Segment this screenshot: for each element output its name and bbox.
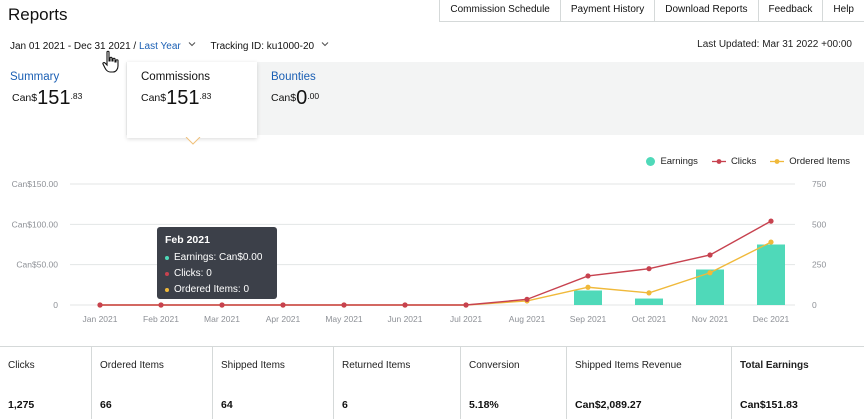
ordered-items-point bbox=[646, 290, 652, 296]
tooltip-row-earnings: Earnings: Can$0.00 bbox=[165, 250, 269, 266]
tab-commissions-value: Can$ 151.83 bbox=[141, 87, 212, 109]
clicks-point bbox=[524, 296, 530, 302]
legend-clicks[interactable]: Clicks bbox=[711, 156, 756, 167]
y-right-tick-label: 750 bbox=[812, 179, 826, 189]
tab-bounties-value: Can$ 0.00 bbox=[271, 87, 320, 109]
nav-payment-history[interactable]: Payment History bbox=[559, 0, 655, 22]
clicks-point bbox=[646, 266, 652, 272]
tab-commissions[interactable]: Commissions Can$ 151.83 bbox=[127, 62, 257, 138]
nav-download-reports[interactable]: Download Reports bbox=[654, 0, 758, 22]
filter-row: Jan 01 2021 - Dec 31 2021 / Last Year Tr… bbox=[10, 39, 330, 52]
ordered-items-legend-icon bbox=[770, 159, 785, 164]
y-right-tick-label: 0 bbox=[812, 300, 817, 310]
metric-shipped-items-revenue: Shipped Items Revenue Can$2,089.27 bbox=[567, 347, 732, 419]
tooltip-row-clicks: Clicks: 0 bbox=[165, 266, 269, 282]
tooltip-row-ordered-items: Ordered Items: 0 bbox=[165, 282, 269, 298]
metric-shipped-items: Shipped Items 64 bbox=[213, 347, 334, 419]
ordered-items-point bbox=[585, 284, 591, 290]
x-tick-label: Feb 2021 bbox=[143, 314, 179, 324]
tooltip-title: Feb 2021 bbox=[165, 234, 210, 246]
chart-legend: Earnings Clicks Ordered Items bbox=[632, 156, 850, 167]
clicks-point bbox=[463, 302, 469, 308]
clicks-point bbox=[768, 218, 774, 224]
x-tick-label: Jun 2021 bbox=[388, 314, 423, 324]
clicks-legend-icon bbox=[711, 159, 726, 164]
x-tick-label: May 2021 bbox=[325, 314, 363, 324]
date-separator: / bbox=[130, 41, 139, 52]
last-updated: Last Updated: Mar 31 2022 +00:00 bbox=[697, 39, 852, 50]
x-tick-label: Mar 2021 bbox=[204, 314, 240, 324]
earnings-bar bbox=[635, 298, 663, 305]
chevron-down-icon bbox=[321, 42, 329, 47]
tab-bounties[interactable]: Bounties Can$ 0.00 bbox=[259, 62, 409, 135]
chart-tooltip: Feb 2021 Earnings: Can$0.00 Clicks: 0 Or… bbox=[157, 227, 277, 299]
clicks-point bbox=[341, 302, 347, 308]
clicks-point bbox=[402, 302, 408, 308]
tab-bounties-label: Bounties bbox=[271, 71, 316, 83]
metrics-summary-bar: Clicks 1,275 Ordered Items 66 Shipped It… bbox=[0, 346, 864, 419]
y-left-tick-label: Can$100.00 bbox=[12, 219, 59, 229]
metric-conversion: Conversion 5.18% bbox=[461, 347, 567, 419]
tracking-id-text: Tracking ID: ku1000-20 bbox=[210, 41, 315, 52]
y-right-tick-label: 250 bbox=[812, 260, 826, 270]
y-left-tick-label: Can$50.00 bbox=[16, 260, 58, 270]
clicks-point bbox=[219, 302, 225, 308]
metric-returned-items: Returned Items 6 bbox=[334, 347, 461, 419]
x-tick-label: Nov 2021 bbox=[692, 314, 729, 324]
ordered-items-point bbox=[768, 239, 774, 245]
clicks-point bbox=[707, 252, 713, 258]
y-left-tick-label: 0 bbox=[53, 300, 58, 310]
earnings-legend-icon bbox=[646, 157, 656, 166]
clicks-point bbox=[158, 302, 164, 308]
metric-clicks: Clicks 1,275 bbox=[0, 347, 92, 419]
x-tick-label: Aug 2021 bbox=[509, 314, 546, 324]
tab-summary-value: Can$ 151.83 bbox=[12, 87, 83, 109]
clicks-point bbox=[97, 302, 103, 308]
ordered-items-point bbox=[707, 270, 713, 276]
y-left-tick-label: Can$150.00 bbox=[12, 179, 59, 189]
nav-commission-schedule[interactable]: Commission Schedule bbox=[439, 0, 560, 22]
y-right-tick-label: 500 bbox=[812, 219, 826, 229]
nav-help[interactable]: Help bbox=[822, 0, 864, 22]
nav-feedback[interactable]: Feedback bbox=[757, 0, 823, 22]
top-nav: Commission Schedule Payment History Down… bbox=[439, 0, 864, 22]
metric-ordered-items: Ordered Items 66 bbox=[92, 347, 213, 419]
date-preset-text: Last Year bbox=[139, 41, 181, 52]
tab-commissions-label: Commissions bbox=[141, 71, 211, 83]
legend-earnings[interactable]: Earnings bbox=[646, 156, 698, 167]
chevron-down-icon bbox=[188, 42, 195, 47]
x-tick-label: Apr 2021 bbox=[266, 314, 301, 324]
tab-pointer-icon bbox=[185, 137, 201, 145]
earnings-chart: Can$150.00 750 Can$100.00 500 Can$50.00 250 0 0… bbox=[12, 179, 827, 324]
x-tick-label: Dec 2021 bbox=[753, 314, 790, 324]
page-title: Reports bbox=[8, 5, 68, 24]
x-tick-label: Oct 2021 bbox=[632, 314, 667, 324]
earnings-bar bbox=[757, 244, 785, 305]
x-tick-label: Sep 2021 bbox=[570, 314, 607, 324]
tracking-id-dropdown[interactable]: Tracking ID: ku1000-20 bbox=[211, 39, 330, 52]
hand-cursor-icon bbox=[102, 50, 119, 73]
clicks-point bbox=[585, 273, 591, 279]
earnings-bar bbox=[574, 290, 602, 305]
x-tick-label: Jul 2021 bbox=[450, 314, 482, 324]
x-tick-label: Jan 2021 bbox=[83, 314, 118, 324]
metric-total-earnings: Total Earnings Can$151.83 bbox=[740, 360, 809, 411]
clicks-point bbox=[280, 302, 286, 308]
legend-ordered-items[interactable]: Ordered Items bbox=[770, 156, 850, 167]
